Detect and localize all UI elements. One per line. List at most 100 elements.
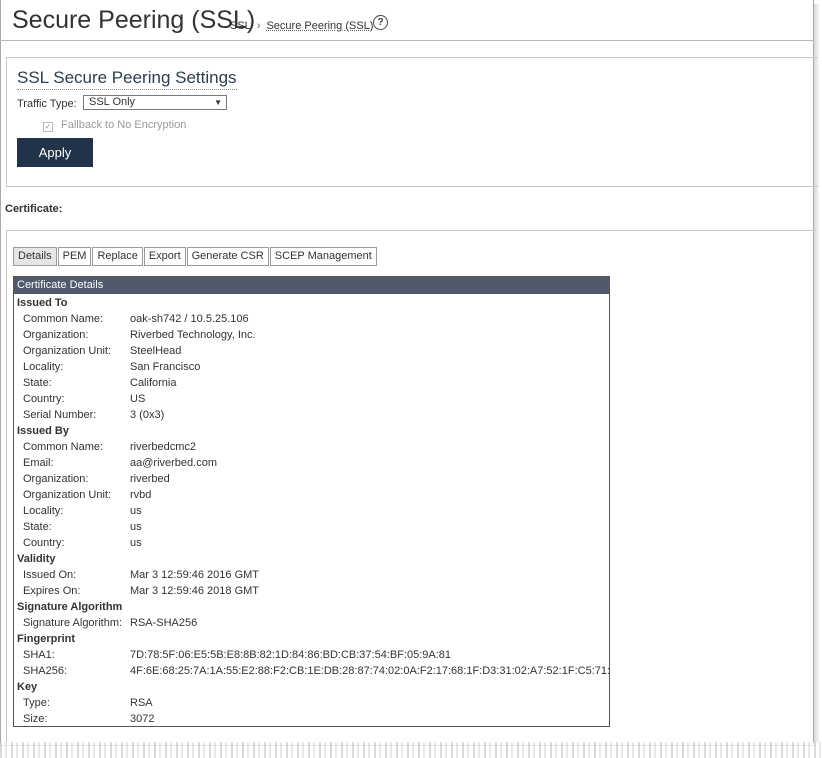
detail-row: Type: RSA (14, 695, 609, 711)
detail-key: Locality: (23, 361, 64, 373)
certificate-label: Certificate: (5, 203, 63, 215)
torn-edge (0, 742, 822, 758)
detail-value: RSA (130, 697, 153, 709)
certificate-details-title: Certificate Details (14, 277, 609, 294)
dropdown-arrow-icon: ▼ (214, 98, 222, 107)
detail-value: rvbd (130, 489, 152, 501)
detail-row: Common Name: oak-sh742 / 10.5.25.106 (14, 311, 609, 327)
detail-row: Country: us (14, 535, 609, 551)
header-divider (0, 40, 814, 41)
detail-value: us (130, 505, 142, 517)
ssl-settings-panel: SSL Secure Peering Settings Traffic Type… (6, 57, 818, 187)
detail-value: SteelHead (130, 345, 182, 357)
detail-value: 3072 (130, 713, 155, 725)
detail-key: State: (23, 377, 52, 389)
page-title: Secure Peering (SSL) (12, 6, 256, 34)
detail-value: 7D:78:5F:06:E5:5B:E8:8B:82:1D:84:86:BD:C… (130, 649, 452, 661)
tab-export[interactable]: Export (143, 247, 186, 266)
detail-key: Organization: (23, 473, 89, 485)
section-border (6, 230, 7, 746)
detail-key: SHA1: (23, 649, 55, 661)
section-heading: Validity (17, 553, 56, 565)
tab-generate-csr[interactable]: Generate CSR (186, 247, 269, 266)
breadcrumb-separator: › (256, 20, 261, 32)
detail-row: Organization: Riverbed Technology, Inc. (14, 327, 609, 343)
section-heading: Signature Algorithm (17, 601, 123, 613)
certificate-details-box: Certificate Details Issued To Common Name… (13, 276, 610, 727)
detail-row: Issued On: Mar 3 12:59:46 2016 GMT (14, 567, 609, 583)
apply-button[interactable]: Apply (17, 138, 93, 167)
detail-value: RSA-SHA256 (130, 617, 198, 629)
detail-row: State: us (14, 519, 609, 535)
traffic-type-value: SSL Only (89, 96, 136, 108)
tab-replace[interactable]: Replace (92, 247, 143, 266)
detail-value: us (130, 521, 142, 533)
detail-value: 3 (0x3) (130, 409, 165, 421)
detail-value: oak-sh742 / 10.5.25.106 (130, 313, 249, 325)
detail-key: Issued On: (23, 569, 77, 581)
panel-title: SSL Secure Peering Settings (17, 68, 237, 90)
detail-key: Email: (23, 457, 54, 469)
detail-key: Expires On: (23, 585, 81, 597)
detail-row: Country: US (14, 391, 609, 407)
section-divider (6, 230, 816, 231)
detail-row: Size: 3072 (14, 711, 609, 726)
breadcrumb: SSL › Secure Peering (SSL) (230, 20, 373, 32)
detail-key: State: (23, 521, 52, 533)
detail-key: Signature Algorithm: (23, 617, 123, 629)
detail-value: Riverbed Technology, Inc. (130, 329, 256, 341)
fallback-checkbox-row: ✓ Fallback to No Encryption (43, 119, 186, 132)
detail-row: Serial Number: 3 (0x3) (14, 407, 609, 423)
detail-row: Organization Unit: rvbd (14, 487, 609, 503)
detail-value: Mar 3 12:59:46 2016 GMT (130, 569, 260, 581)
detail-key: SHA256: (23, 665, 68, 677)
detail-value: aa@riverbed.com (130, 457, 217, 469)
detail-key: Common Name: (23, 441, 104, 453)
section-heading: Fingerprint (17, 633, 76, 645)
certificate-details-rows: Issued To Common Name: oak-sh742 / 10.5.25… (14, 294, 609, 726)
detail-key: Country: (23, 537, 65, 549)
detail-row: Locality: San Francisco (14, 359, 609, 375)
tab-pem[interactable]: PEM (57, 247, 92, 266)
detail-value: us (130, 537, 142, 549)
detail-value: 4F:6E:68:25:7A:1A:55:E2:88:F2:CB:1E:DB:2… (130, 665, 610, 677)
fallback-checkbox[interactable]: ✓ (43, 122, 53, 132)
detail-row: Signature Algorithm: RSA-SHA256 (14, 615, 609, 631)
section-heading: Issued To (17, 297, 68, 309)
fallback-label: Fallback to No Encryption (61, 119, 187, 131)
detail-key: Organization Unit: (23, 345, 112, 357)
traffic-type-label: Traffic Type: (17, 98, 77, 110)
detail-key: Common Name: (23, 313, 104, 325)
detail-value: California (130, 377, 177, 389)
detail-row: Locality: us (14, 503, 609, 519)
detail-value: riverbed (130, 473, 170, 485)
detail-value: Mar 3 12:59:46 2018 GMT (130, 585, 260, 597)
help-icon[interactable]: ? (373, 15, 388, 30)
traffic-type-select[interactable]: SSL Only ▼ (83, 95, 227, 110)
detail-key: Serial Number: (23, 409, 97, 421)
tab-details[interactable]: Details (13, 247, 57, 266)
detail-value: San Francisco (130, 361, 201, 373)
detail-key: Organization: (23, 329, 89, 341)
tab-scep-management[interactable]: SCEP Management (269, 247, 377, 266)
detail-row: Organization: riverbed (14, 471, 609, 487)
detail-key: Country: (23, 393, 65, 405)
detail-key: Locality: (23, 505, 64, 517)
detail-row: SHA256: 4F:6E:68:25:7A:1A:55:E2:88:F2:CB:… (14, 663, 609, 679)
section-heading: Key (17, 681, 38, 693)
detail-row: Common Name: riverbedcmc2 (14, 439, 609, 455)
detail-key: Size: (23, 713, 48, 725)
section-heading: Issued By (17, 425, 69, 437)
detail-value: US (130, 393, 146, 405)
detail-key: Type: (23, 697, 50, 709)
detail-row: Expires On: Mar 3 12:59:46 2018 GMT (14, 583, 609, 599)
certificate-tabs: Details PEM Replace Export Generate CSR … (13, 247, 378, 266)
breadcrumb-current[interactable]: Secure Peering (SSL) (266, 20, 373, 32)
detail-row: Email: aa@riverbed.com (14, 455, 609, 471)
detail-row: SHA1: 7D:78:5F:06:E5:5B:E8:8B:82:1D:84:86… (14, 647, 609, 663)
detail-row: Organization Unit: SteelHead (14, 343, 609, 359)
detail-key: Organization Unit: (23, 489, 112, 501)
detail-row: State: California (14, 375, 609, 391)
breadcrumb-ssl[interactable]: SSL (230, 20, 251, 32)
detail-value: riverbedcmc2 (130, 441, 197, 453)
